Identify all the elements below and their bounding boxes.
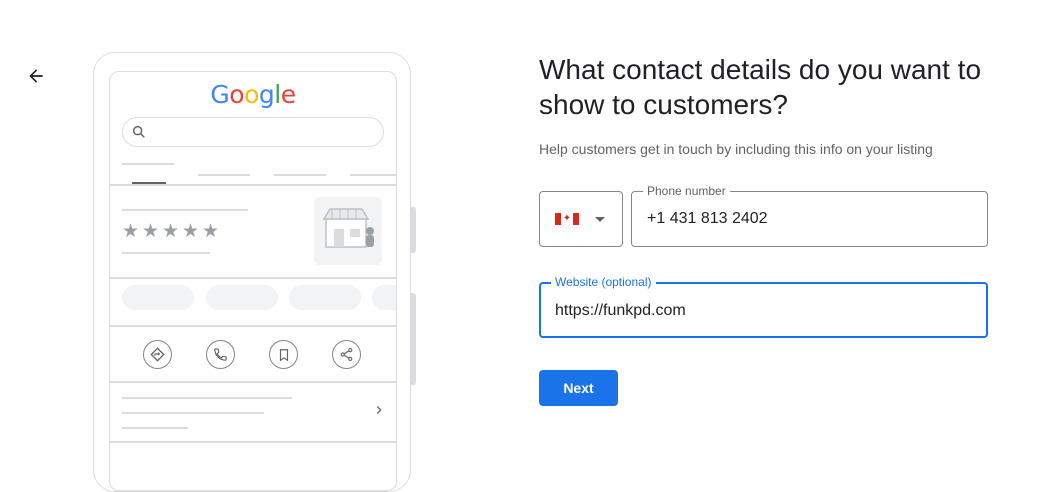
star-icon: ★ bbox=[202, 221, 220, 242]
preview-tab-line bbox=[274, 174, 326, 176]
star-icon: ★ bbox=[142, 221, 160, 242]
preview-chip bbox=[206, 285, 278, 310]
phone-side-button bbox=[411, 207, 416, 253]
canada-flag-icon: ✦ bbox=[555, 213, 579, 225]
back-button[interactable] bbox=[22, 62, 50, 90]
logo-letter: e bbox=[280, 80, 296, 109]
phone-number-label: Phone number bbox=[643, 184, 730, 198]
preview-chip bbox=[372, 285, 396, 310]
google-logo: Google bbox=[110, 80, 396, 109]
preview-divider bbox=[110, 325, 396, 327]
arrow-back-icon bbox=[29, 69, 43, 83]
page-subtitle: Help customers get in touch by including… bbox=[539, 141, 933, 157]
preview-tab-line bbox=[350, 174, 396, 176]
star-icon: ★ bbox=[162, 221, 180, 242]
website-field[interactable]: Website (optional) https://funkpd.com bbox=[539, 275, 988, 338]
preview-divider bbox=[110, 184, 396, 186]
dropdown-caret-icon bbox=[595, 217, 605, 222]
preview-text-line bbox=[122, 412, 264, 414]
preview-search-bar bbox=[122, 117, 384, 147]
preview-subtitle-line bbox=[122, 252, 210, 254]
phone-number-input[interactable]: +1 431 813 2402 bbox=[647, 210, 768, 228]
preview-text-line bbox=[122, 397, 292, 399]
website-input[interactable]: https://funkpd.com bbox=[555, 302, 686, 320]
share-icon bbox=[332, 340, 361, 369]
preview-divider bbox=[110, 441, 396, 443]
bookmark-icon bbox=[269, 340, 298, 369]
preview-tab-line bbox=[198, 174, 250, 176]
chevron-right-icon bbox=[376, 406, 382, 414]
preview-text-line bbox=[122, 427, 188, 429]
directions-icon bbox=[143, 340, 172, 369]
country-selector[interactable]: ✦ bbox=[539, 191, 623, 247]
logo-letter: o bbox=[229, 80, 245, 109]
next-button[interactable]: Next bbox=[539, 370, 618, 406]
logo-letter: G bbox=[210, 80, 230, 109]
preview-chip bbox=[122, 285, 194, 310]
preview-title-line bbox=[122, 209, 248, 211]
logo-letter: g bbox=[258, 80, 275, 109]
phone-icon bbox=[206, 340, 235, 369]
phone-number-field[interactable]: Phone number +1 431 813 2402 bbox=[631, 184, 988, 247]
phone-screen: Google ★ ★ ★ ★ ★ bbox=[109, 71, 397, 491]
phone-side-button bbox=[411, 293, 416, 385]
preview-chip bbox=[289, 285, 361, 310]
star-icon: ★ bbox=[122, 221, 140, 242]
preview-tab-line bbox=[122, 163, 174, 165]
search-icon bbox=[132, 125, 145, 138]
website-label: Website (optional) bbox=[551, 275, 656, 289]
page-title: What contact details do you want to show… bbox=[539, 54, 982, 120]
preview-divider bbox=[110, 277, 396, 279]
logo-letter: o bbox=[244, 80, 259, 109]
storefront-icon bbox=[314, 197, 382, 265]
preview-divider bbox=[110, 381, 396, 383]
star-icon: ★ bbox=[182, 221, 200, 242]
